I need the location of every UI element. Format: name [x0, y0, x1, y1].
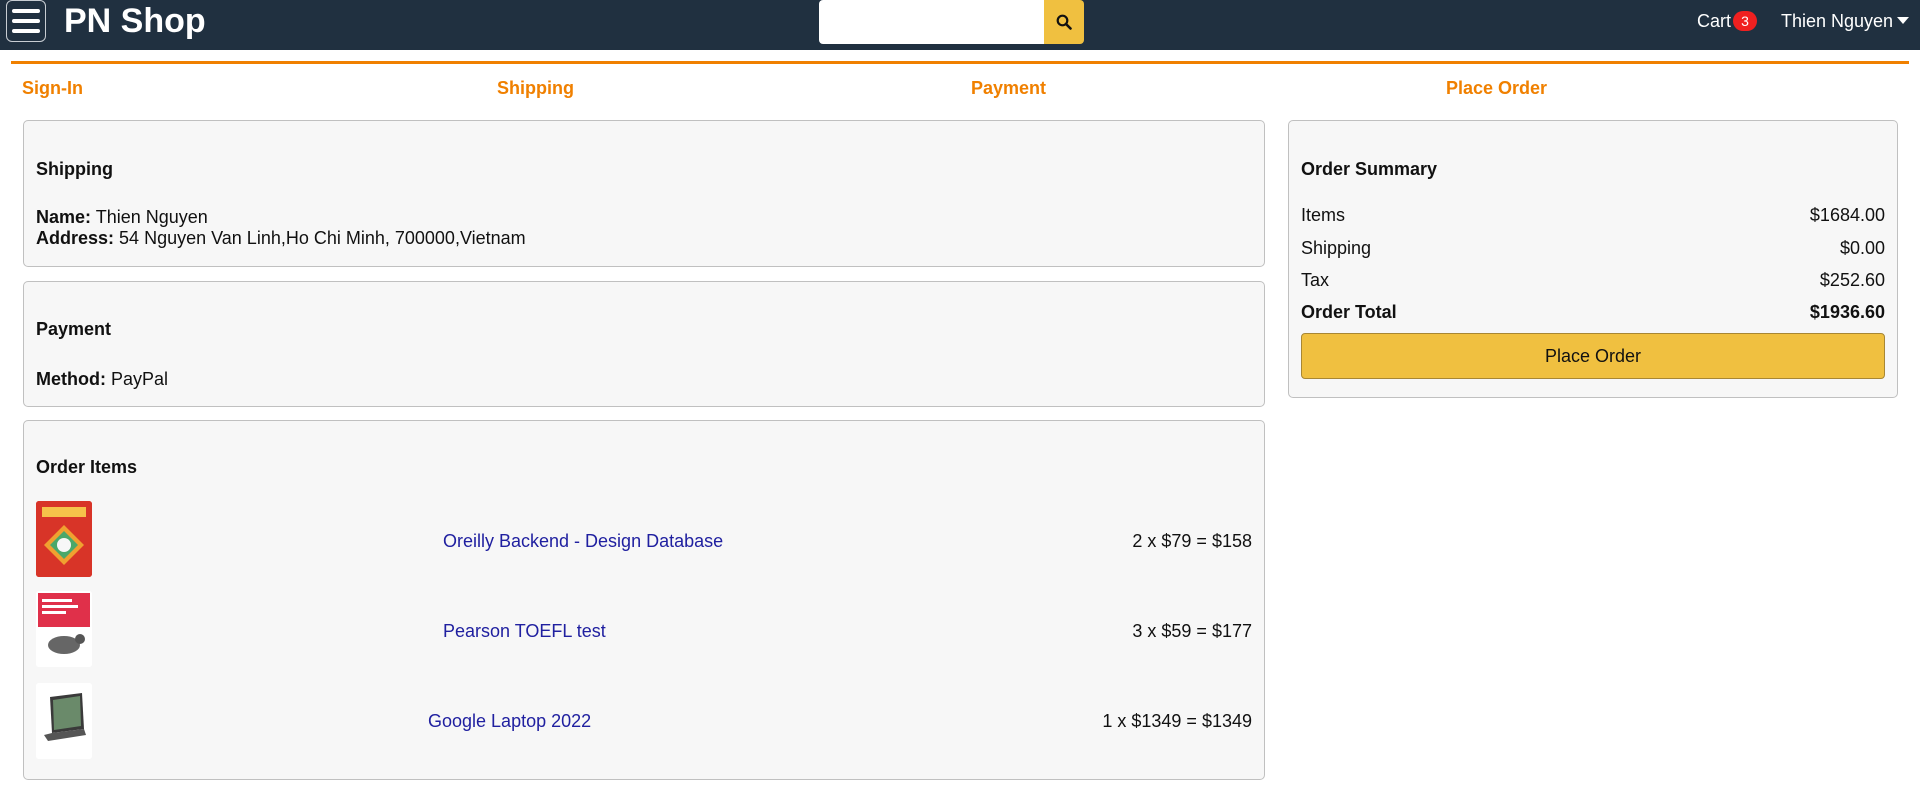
item-price-oreilly: 2 x $79 = $158	[1132, 531, 1252, 551]
search-button[interactable]	[1044, 0, 1084, 44]
summary-shipping-value: $0.00	[1839, 238, 1885, 258]
user-menu-dropdown[interactable]: Thien Nguyen	[1781, 10, 1910, 32]
summary-row-tax: Tax $252.60	[1301, 270, 1885, 291]
item-price-pearson: 3 x $59 = $177	[1132, 621, 1252, 641]
summary-row-total: Order Total $1936.60	[1301, 302, 1885, 323]
brand-logo-link[interactable]: PN Shop	[64, 2, 206, 40]
shipping-name-line: Name: Thien Nguyen	[36, 207, 208, 228]
menu-bar-icon	[12, 9, 40, 13]
summary-items-value: $1684.00	[1809, 205, 1885, 225]
step-place-order: Place Order	[1446, 78, 1548, 98]
order-summary-card: Order Summary Items $1684.00 Shipping $0…	[1288, 120, 1898, 398]
summary-items-label: Items	[1301, 205, 1346, 225]
hamburger-menu-button[interactable]	[6, 0, 46, 42]
step-sign-in: Sign-In	[22, 78, 83, 98]
item-price-laptop: 1 x $1349 = $1349	[1102, 711, 1252, 731]
summary-shipping-label: Shipping	[1301, 238, 1372, 258]
top-navbar: PN Shop Cart 3 Thien Nguyen	[0, 0, 1920, 50]
shipping-title: Shipping	[36, 159, 113, 179]
shipping-address-value: 54 Nguyen Van Linh,Ho Chi Minh, 700000,V…	[119, 228, 526, 248]
step-shipping: Shipping	[497, 78, 574, 98]
summary-tax-label: Tax	[1301, 270, 1330, 290]
item-image-oreilly	[36, 501, 92, 577]
shipping-address-line: Address: 54 Nguyen Van Linh,Ho Chi Minh,…	[36, 228, 526, 249]
summary-total-value: $1936.60	[1809, 302, 1885, 322]
payment-title: Payment	[36, 319, 112, 339]
caret-down-icon	[1897, 17, 1910, 24]
search-input[interactable]	[819, 0, 1044, 44]
item-image-pearson	[36, 591, 92, 667]
summary-tax-value: $252.60	[1819, 270, 1885, 290]
payment-method-value: PayPal	[111, 369, 169, 389]
summary-row-shipping: Shipping $0.00	[1301, 238, 1885, 259]
place-order-button[interactable]: Place Order	[1301, 333, 1885, 379]
payment-method-line: Method: PayPal	[36, 369, 168, 390]
step-payment: Payment	[971, 78, 1047, 98]
order-summary-title: Order Summary	[1301, 159, 1438, 179]
shipping-name-value: Thien Nguyen	[95, 207, 208, 227]
shipping-name-label: Name:	[36, 207, 92, 227]
search-icon	[1056, 14, 1072, 30]
cart-label: Cart	[1697, 11, 1732, 31]
checkout-steps: Sign-In Shipping Payment Place Order	[11, 61, 1909, 98]
item-image-laptop	[36, 683, 92, 759]
payment-card: Payment Method: PayPal	[23, 281, 1265, 407]
summary-total-label: Order Total	[1301, 302, 1397, 322]
payment-method-label: Method:	[36, 369, 106, 389]
item-link-pearson[interactable]: Pearson TOEFL test	[443, 621, 606, 642]
summary-row-items: Items $1684.00	[1301, 205, 1885, 226]
user-name: Thien Nguyen	[1781, 11, 1894, 31]
menu-bar-icon	[12, 29, 40, 33]
menu-bar-icon	[12, 19, 40, 23]
shipping-card: Shipping Name: Thien Nguyen Address: 54 …	[23, 120, 1265, 267]
order-items-title: Order Items	[36, 457, 138, 477]
shipping-address-label: Address:	[36, 228, 115, 248]
order-items-card: Order Items Oreilly Backend - Design Dat…	[23, 420, 1265, 780]
item-link-laptop[interactable]: Google Laptop 2022	[428, 711, 591, 732]
cart-count-badge: 3	[1733, 11, 1758, 31]
cart-link[interactable]: Cart 3	[1697, 10, 1758, 32]
item-link-oreilly[interactable]: Oreilly Backend - Design Database	[443, 531, 723, 552]
